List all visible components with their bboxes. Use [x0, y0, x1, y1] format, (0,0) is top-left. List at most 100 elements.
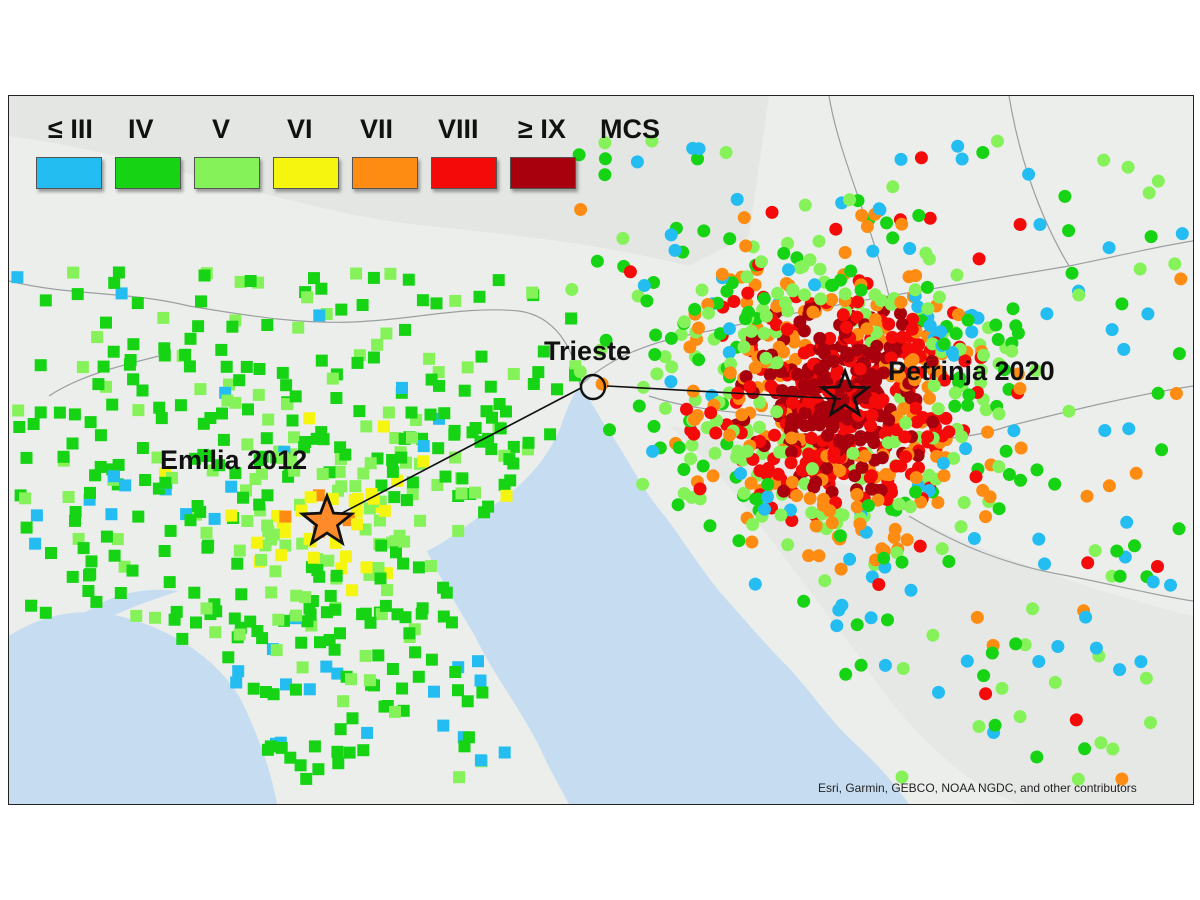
intensity-circle	[1105, 323, 1119, 337]
intensity-circle	[813, 362, 826, 376]
intensity-circle	[722, 322, 736, 336]
intensity-square	[230, 676, 243, 689]
intensity-circle	[914, 151, 928, 165]
intensity-square	[66, 570, 79, 583]
intensity-circle	[768, 428, 781, 442]
intensity-circle	[732, 534, 746, 548]
intensity-square	[294, 759, 307, 772]
intensity-circle	[680, 402, 693, 416]
intensity-circle	[802, 447, 816, 461]
legend-swatch-vii	[352, 157, 418, 189]
intensity-circle	[780, 322, 794, 336]
intensity-circle	[702, 306, 715, 320]
intensity-circle	[882, 317, 896, 331]
intensity-square	[400, 494, 413, 507]
intensity-circle	[774, 508, 788, 522]
intensity-circle	[739, 239, 753, 253]
intensity-circle	[748, 577, 762, 591]
intensity-circle	[809, 519, 823, 533]
intensity-square	[244, 615, 257, 628]
intensity-circle	[836, 308, 850, 322]
legend-swatch-viii	[431, 157, 497, 189]
intensity-circle	[865, 482, 879, 496]
intensity-circle	[1014, 441, 1028, 455]
intensity-square	[462, 731, 475, 744]
intensity-circle	[1164, 578, 1177, 592]
intensity-square	[97, 360, 110, 373]
intensity-square	[289, 390, 302, 403]
intensity-circle	[765, 205, 779, 219]
intensity-square	[314, 636, 326, 649]
intensity-square	[416, 294, 429, 307]
intensity-square	[34, 406, 47, 419]
intensity-square	[456, 472, 469, 485]
intensity-square	[149, 611, 161, 624]
intensity-circle	[833, 529, 847, 543]
intensity-square	[262, 413, 275, 426]
intensity-square	[526, 286, 539, 299]
intensity-square	[449, 666, 462, 678]
intensity-square	[551, 383, 563, 396]
intensity-square	[475, 350, 488, 363]
intensity-circle	[881, 436, 895, 450]
intensity-square	[507, 368, 520, 380]
intensity-square	[565, 312, 578, 325]
intensity-square	[335, 303, 348, 316]
intensity-circle	[999, 444, 1013, 458]
intensity-circle	[954, 520, 968, 534]
intensity-square	[484, 380, 497, 393]
intensity-square	[276, 366, 289, 379]
intensity-circle	[936, 456, 950, 470]
intensity-square	[153, 401, 166, 414]
intensity-circle	[921, 302, 935, 316]
intensity-circle	[1062, 404, 1076, 418]
intensity-circle	[757, 326, 771, 340]
legend-swatch-vi	[273, 157, 339, 189]
intensity-circle	[846, 446, 860, 460]
intensity-square	[94, 429, 107, 442]
intensity-circle	[921, 430, 935, 444]
intensity-circle	[565, 283, 579, 296]
intensity-circle	[860, 322, 874, 336]
intensity-square	[320, 660, 333, 673]
intensity-square	[316, 468, 329, 480]
intensity-circle	[692, 321, 705, 335]
intensity-circle	[820, 461, 834, 475]
intensity-square	[123, 358, 136, 371]
legend-label-v: V	[212, 114, 231, 144]
intensity-circle	[879, 467, 893, 481]
intensity-circle	[926, 415, 940, 429]
intensity-circle	[896, 662, 910, 675]
intensity-circle	[573, 365, 587, 379]
intensity-circle	[813, 262, 827, 276]
intensity-circle	[636, 477, 650, 491]
intensity-circle	[723, 366, 737, 380]
intensity-circle	[1058, 189, 1072, 203]
intensity-square	[252, 388, 265, 401]
intensity-square	[130, 609, 143, 622]
intensity-circle	[637, 279, 651, 292]
intensity-circle	[900, 533, 914, 547]
intensity-square	[339, 550, 352, 563]
intensity-square	[367, 351, 380, 364]
intensity-circle	[1117, 342, 1131, 356]
intensity-circle	[1072, 288, 1086, 302]
intensity-circle	[843, 552, 857, 566]
intensity-square	[233, 374, 246, 387]
intensity-square	[384, 267, 397, 280]
intensity-circle	[868, 394, 882, 408]
intensity-square	[247, 682, 260, 695]
intensity-circle	[784, 456, 798, 470]
intensity-square	[303, 412, 316, 425]
intensity-circle	[797, 346, 811, 360]
intensity-square	[164, 524, 177, 537]
intensity-circle	[961, 398, 975, 412]
intensity-square	[348, 495, 361, 508]
intensity-circle	[823, 504, 837, 518]
intensity-square	[253, 498, 266, 511]
intensity-square	[356, 608, 369, 621]
intensity-square	[90, 595, 103, 608]
intensity-square	[432, 442, 445, 455]
intensity-square	[500, 489, 513, 502]
intensity-circle	[616, 231, 630, 245]
